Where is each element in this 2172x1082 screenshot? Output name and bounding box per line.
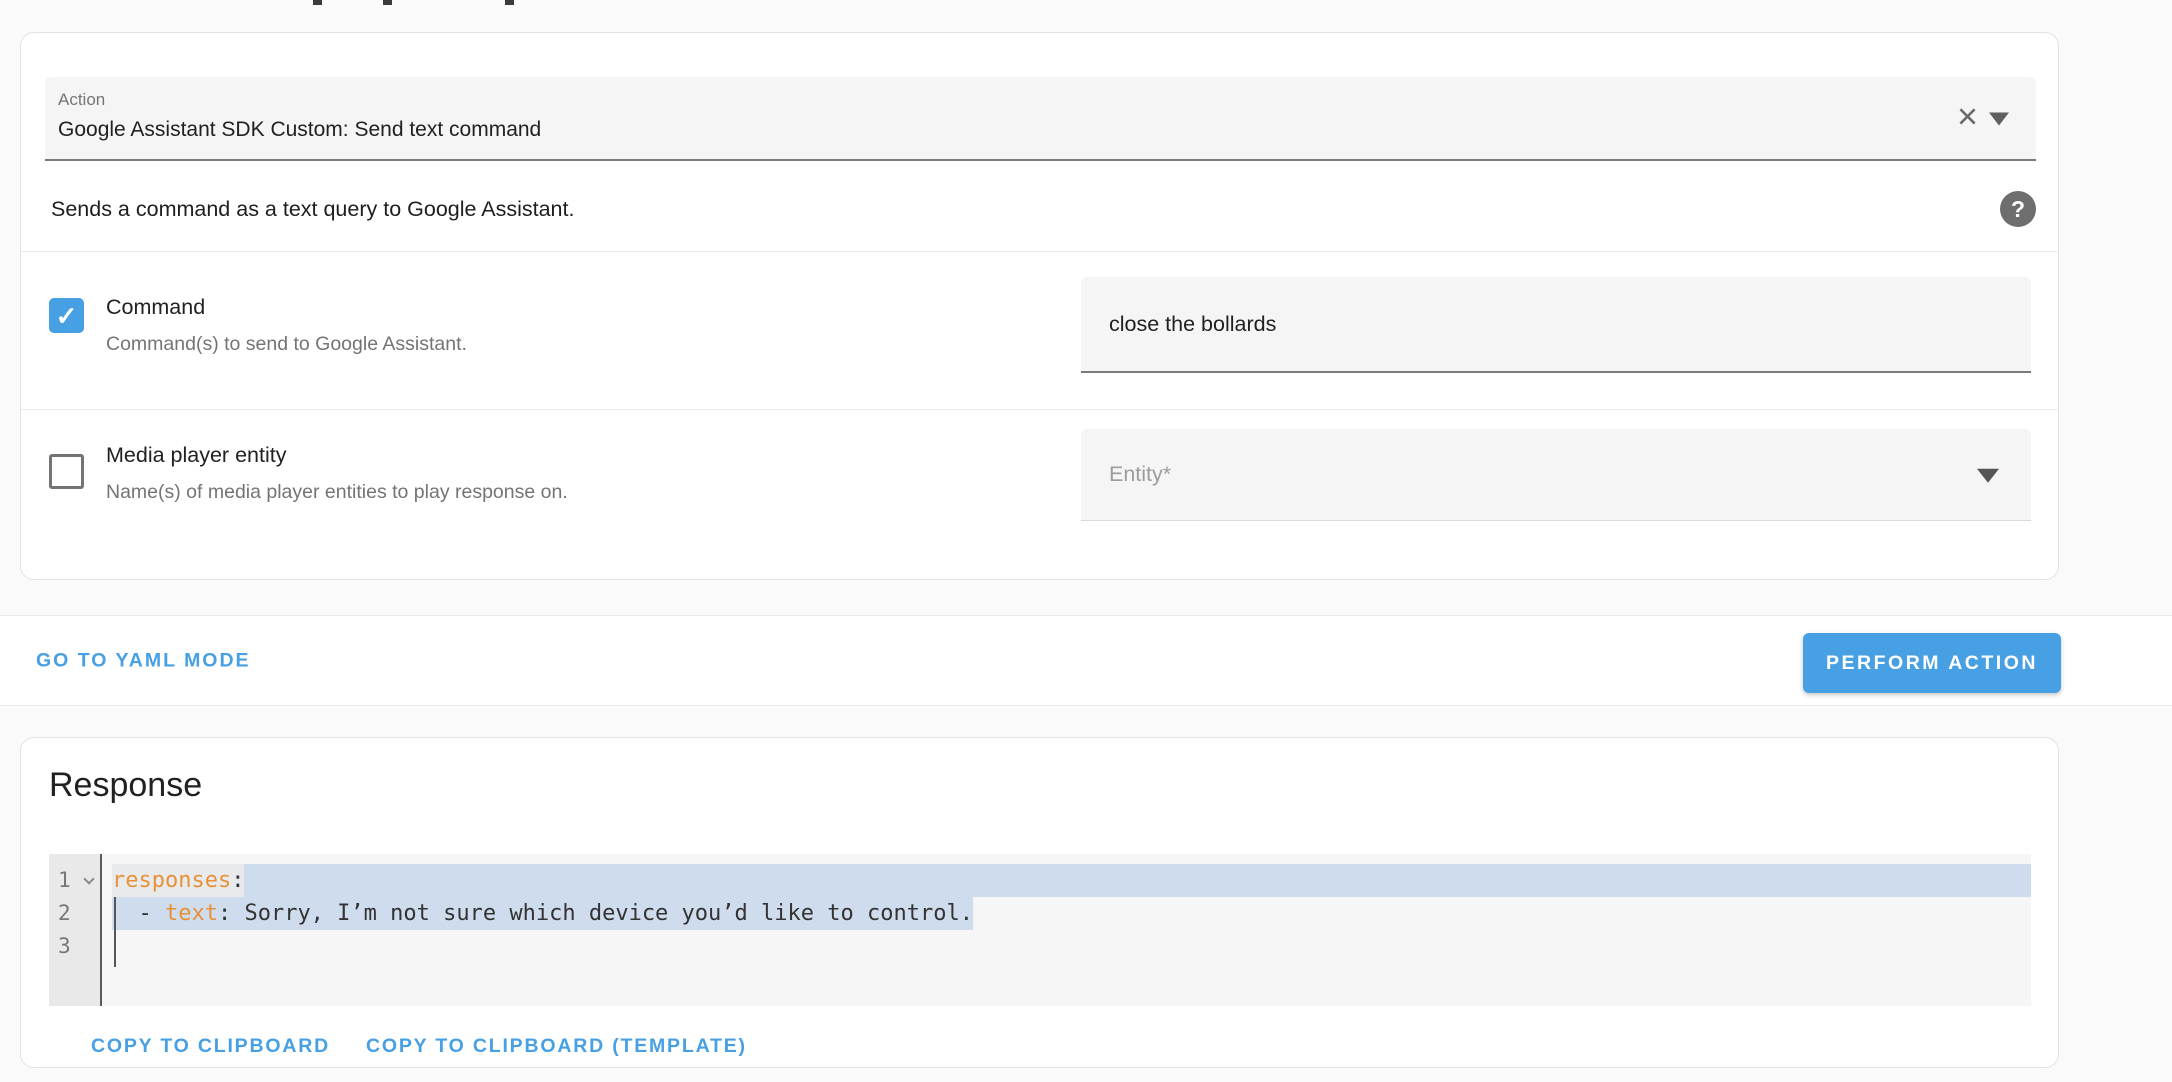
media-player-checkbox[interactable] xyxy=(49,454,84,489)
clear-icon[interactable]: × xyxy=(1957,98,1978,135)
editor-cursor xyxy=(114,897,116,967)
copy-to-clipboard-button[interactable]: COPY TO CLIPBOARD xyxy=(91,1035,330,1058)
help-icon[interactable]: ? xyxy=(2000,191,2036,227)
entity-placeholder: Entity* xyxy=(1109,462,1172,486)
action-combobox[interactable]: Action Google Assistant SDK Custom: Send… xyxy=(45,77,2036,161)
action-field-label: Action xyxy=(58,90,106,109)
editor-content[interactable]: responses: - text: Sorry, I’m not sure w… xyxy=(102,854,2031,1006)
media-player-title: Media player entity xyxy=(106,443,287,467)
action-field-value: Google Assistant SDK Custom: Send text c… xyxy=(58,118,542,141)
divider xyxy=(21,251,2058,252)
media-player-description: Name(s) of media player entities to play… xyxy=(106,481,568,503)
command-description: Command(s) to send to Google Assistant. xyxy=(106,333,467,355)
checkmark-icon: ✓ xyxy=(55,300,78,331)
copy-to-clipboard-template-button[interactable]: COPY TO CLIPBOARD (TEMPLATE) xyxy=(366,1035,747,1058)
command-title: Command xyxy=(106,295,206,319)
response-title: Response xyxy=(49,766,203,804)
entity-dropdown-caret-icon[interactable] xyxy=(1977,468,1999,483)
fold-chevron-icon[interactable] xyxy=(83,873,95,885)
copy-buttons-row: COPY TO CLIPBOARD COPY TO CLIPBOARD (TEM… xyxy=(91,1026,747,1066)
go-to-yaml-mode-button[interactable]: GO TO YAML MODE xyxy=(36,649,251,672)
selection-highlight xyxy=(244,864,2031,897)
code-line-1: responses: xyxy=(102,864,2031,897)
perform-action-button[interactable]: PERFORM ACTION xyxy=(1803,633,2061,693)
actions-toolbar: GO TO YAML MODE PERFORM ACTION xyxy=(0,615,2172,706)
action-description: Sends a command as a text query to Googl… xyxy=(51,196,575,221)
line-number: 1 xyxy=(49,864,100,897)
code-line-2: - text: Sorry, I’m not sure which device… xyxy=(102,897,2031,930)
command-input-value: close the bollards xyxy=(1109,311,1277,336)
action-card: Action Google Assistant SDK Custom: Send… xyxy=(20,32,2059,580)
dropdown-caret-icon[interactable] xyxy=(1989,112,2009,126)
response-card: Response 1 2 3 responses: - text: Sorry,… xyxy=(20,737,2059,1068)
line-number: 2 xyxy=(58,901,71,925)
entity-select[interactable]: Entity* xyxy=(1081,429,2031,521)
developer-tools-actions-page: Action Google Assistant SDK Custom: Send… xyxy=(0,0,2172,1082)
action-description-row: Sends a command as a text query to Googl… xyxy=(51,183,2036,235)
divider xyxy=(21,409,2058,410)
editor-gutter: 1 2 3 xyxy=(49,854,102,1006)
line-number: 3 xyxy=(58,934,71,958)
yaml-response-editor[interactable]: 1 2 3 responses: - text: Sorry, I’m not … xyxy=(49,854,2031,1006)
command-checkbox[interactable]: ✓ xyxy=(49,298,84,333)
command-input[interactable]: close the bollards xyxy=(1081,277,2031,373)
